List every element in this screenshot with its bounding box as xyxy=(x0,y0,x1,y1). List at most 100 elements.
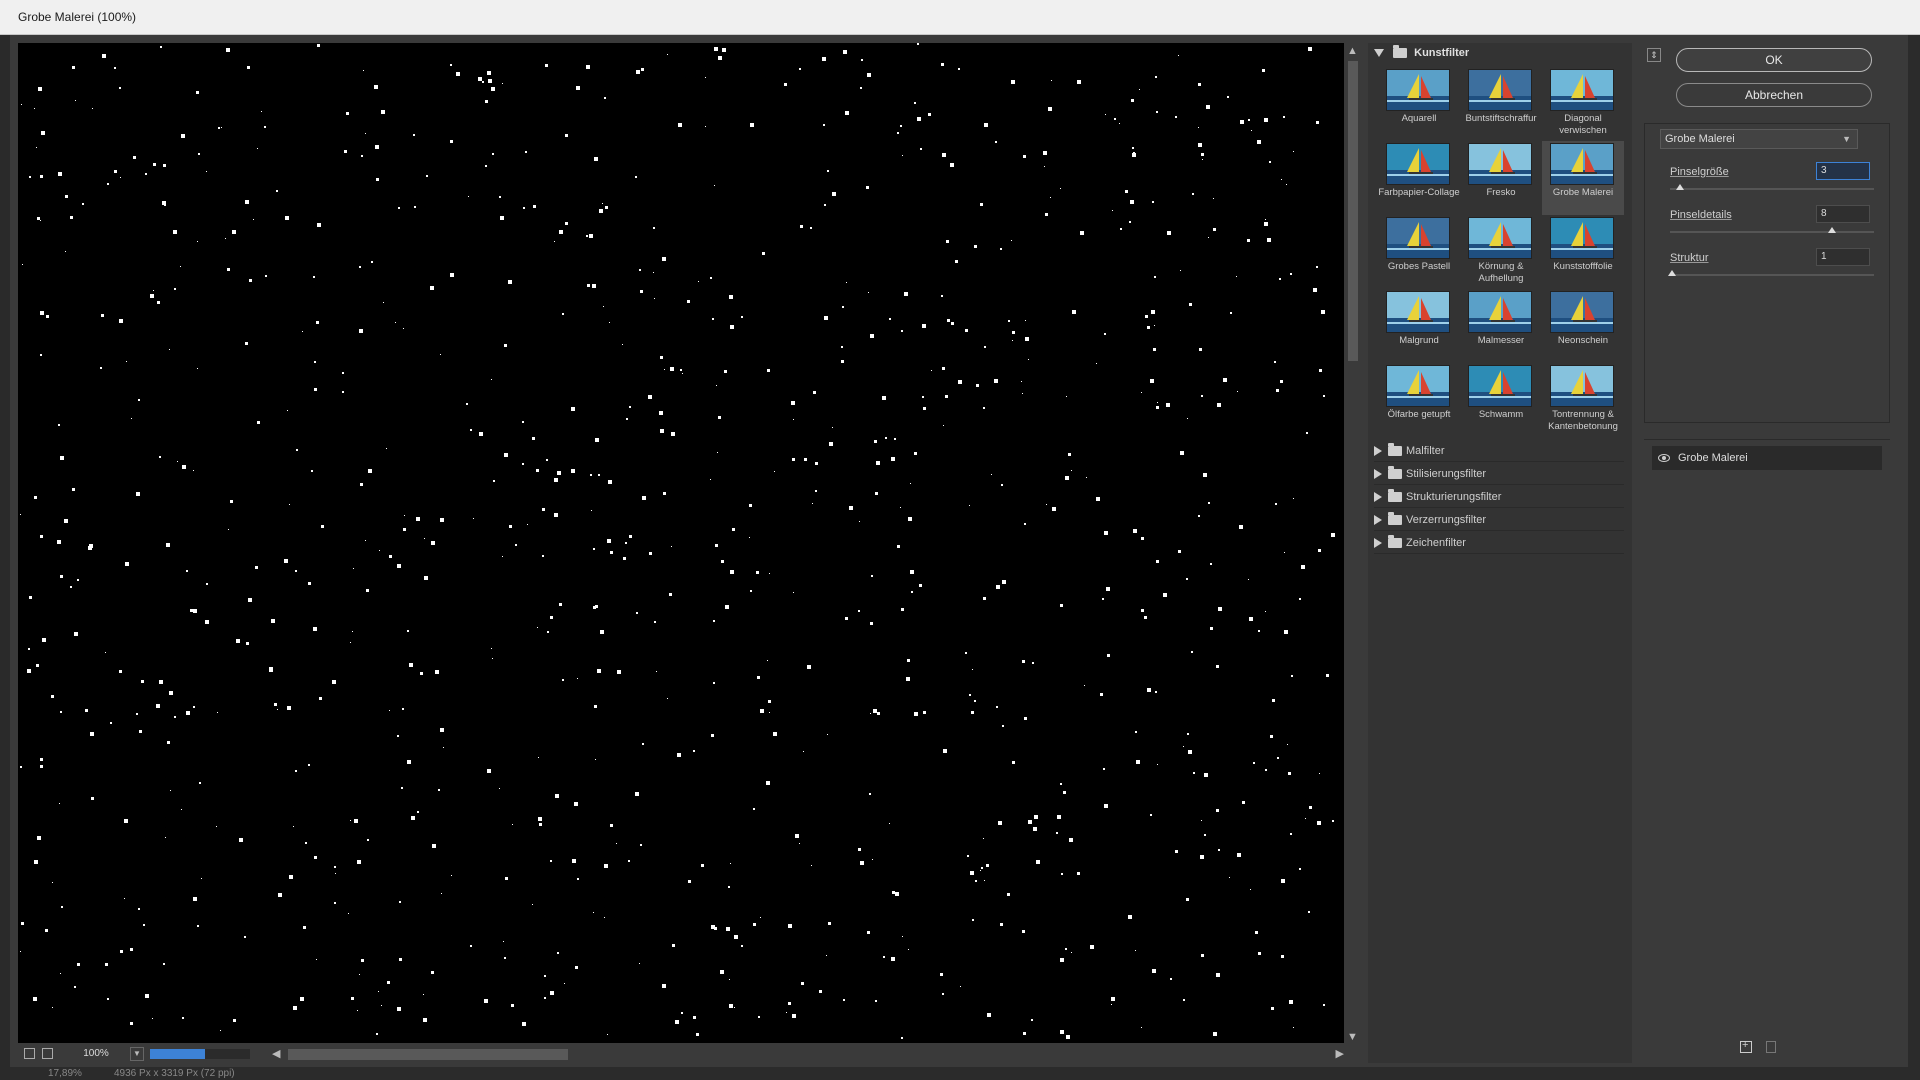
speckle xyxy=(883,956,885,958)
window-title: Grobe Malerei (100%) xyxy=(18,10,137,24)
filter-thumb[interactable]: Grobes Pastell xyxy=(1378,215,1460,289)
speckle xyxy=(163,164,166,167)
speckle xyxy=(440,728,444,732)
view-single-icon[interactable] xyxy=(24,1048,35,1059)
filter-thumb[interactable]: Kunststofffolie xyxy=(1542,215,1624,289)
filter-thumb[interactable]: Aquarell xyxy=(1378,67,1460,141)
speckle xyxy=(824,316,828,320)
parameter-value-field[interactable]: 8 xyxy=(1816,205,1870,223)
speckle xyxy=(265,275,267,277)
speckle xyxy=(387,981,390,984)
ok-button[interactable]: OK xyxy=(1676,48,1872,72)
filter-thumb[interactable]: Malmesser xyxy=(1460,289,1542,363)
eye-icon[interactable] xyxy=(1658,454,1670,462)
filter-thumb[interactable]: Neonschein xyxy=(1542,289,1624,363)
speckle xyxy=(1288,772,1291,775)
speckle xyxy=(91,797,94,800)
chevron-down-icon[interactable]: ▼ xyxy=(130,1047,144,1061)
category-row[interactable]: Stilisierungsfilter xyxy=(1374,463,1624,485)
slider-handle-icon[interactable] xyxy=(1676,184,1685,190)
speckle xyxy=(1036,860,1040,864)
cancel-button[interactable]: Abbrechen xyxy=(1676,83,1872,107)
vertical-scrollbar[interactable]: ▲ ▼ xyxy=(1346,43,1360,1043)
speckle xyxy=(1299,598,1301,600)
speckle xyxy=(1178,550,1181,553)
filter-thumb[interactable]: Schwamm xyxy=(1460,363,1542,437)
speckle xyxy=(153,163,156,166)
parameter-value-field[interactable]: 1 xyxy=(1816,248,1870,266)
category-kunstfilter[interactable]: Kunstfilter xyxy=(1374,45,1469,63)
parameter-value-field[interactable]: 3 xyxy=(1816,162,1870,180)
category-row[interactable]: Verzerrungsfilter xyxy=(1374,509,1624,531)
collapse-icon[interactable]: ⇕ xyxy=(1647,48,1661,62)
category-row[interactable]: Malfilter xyxy=(1374,440,1624,462)
speckle xyxy=(996,706,998,708)
category-row[interactable]: Zeichenfilter xyxy=(1374,532,1624,554)
filter-thumb[interactable]: Malgrund xyxy=(1378,289,1460,363)
new-effect-layer-icon[interactable] xyxy=(1740,1039,1752,1053)
speckle xyxy=(923,711,926,714)
vertical-scroll-thumb[interactable] xyxy=(1348,61,1358,361)
speckle xyxy=(919,584,922,587)
scroll-left-icon[interactable]: ◀ xyxy=(272,1047,280,1060)
speckle xyxy=(906,677,910,681)
speckle xyxy=(1331,533,1335,537)
speckle xyxy=(1150,379,1154,383)
speckle xyxy=(51,695,54,698)
preview-canvas[interactable] xyxy=(18,43,1344,1043)
scroll-down-icon[interactable]: ▼ xyxy=(1347,1031,1358,1043)
layer-tools xyxy=(1740,1039,1800,1059)
speckle xyxy=(1050,197,1051,198)
slider-handle-icon[interactable] xyxy=(1668,270,1676,276)
speckle xyxy=(378,991,379,992)
speckle xyxy=(226,48,230,52)
scroll-up-icon[interactable]: ▲ xyxy=(1347,45,1358,57)
speckle xyxy=(550,991,554,995)
speckle xyxy=(671,432,675,436)
slider-handle-icon[interactable] xyxy=(1828,227,1836,233)
speckle xyxy=(876,461,880,465)
horizontal-scrollbar[interactable]: ◀ ▶ xyxy=(268,1047,1344,1061)
speckle xyxy=(1133,152,1135,154)
speckle xyxy=(960,986,961,987)
filter-thumb[interactable]: Farbpapier-Collage xyxy=(1378,141,1460,215)
speckle xyxy=(1084,685,1085,686)
speckle xyxy=(432,844,436,848)
speckle xyxy=(823,124,825,126)
speckle xyxy=(1265,769,1267,771)
zoom-level[interactable]: 100% xyxy=(68,1046,124,1062)
filter-thumb[interactable]: Tontrennung & Kantenbetonung xyxy=(1542,363,1624,437)
filter-thumb[interactable]: Buntstiftschraffur xyxy=(1460,67,1542,141)
filter-thumb[interactable]: Körnung & Aufhellung xyxy=(1460,215,1542,289)
speckle xyxy=(499,788,500,789)
filter-thumb[interactable]: Diagonal verwischen xyxy=(1542,67,1624,141)
parameter-slider-track[interactable] xyxy=(1670,274,1874,276)
speckle xyxy=(532,437,535,440)
filter-thumb[interactable]: Grobe Malerei xyxy=(1542,141,1624,215)
speckle xyxy=(397,1007,401,1011)
speckle xyxy=(1280,380,1283,383)
speckle xyxy=(869,793,871,795)
category-row[interactable]: Strukturierungsfilter xyxy=(1374,486,1624,508)
speckle xyxy=(314,856,317,859)
speckle xyxy=(729,979,730,980)
effect-layer-row[interactable]: Grobe Malerei xyxy=(1652,446,1882,470)
speckle xyxy=(1153,348,1156,351)
parameter-slider-track[interactable] xyxy=(1670,231,1874,233)
speckle xyxy=(1147,326,1150,329)
speckle xyxy=(374,85,378,89)
filter-thumb[interactable]: Fresko xyxy=(1460,141,1542,215)
horizontal-scroll-thumb[interactable] xyxy=(288,1049,568,1060)
filter-select[interactable]: Grobe Malerei ▼ xyxy=(1660,129,1858,149)
speckle xyxy=(1025,320,1026,321)
filter-thumb[interactable]: Ölfarbe getupft xyxy=(1378,363,1460,437)
trash-icon[interactable] xyxy=(1766,1041,1776,1053)
parameter-slider-track[interactable] xyxy=(1670,188,1874,190)
view-split-icon[interactable] xyxy=(42,1048,53,1059)
scroll-right-icon[interactable]: ▶ xyxy=(1336,1047,1344,1060)
speckle xyxy=(302,331,303,332)
filter-thumb-image xyxy=(1468,143,1532,185)
speckle xyxy=(249,279,252,282)
speckle xyxy=(664,369,665,370)
speckle xyxy=(1276,389,1279,392)
